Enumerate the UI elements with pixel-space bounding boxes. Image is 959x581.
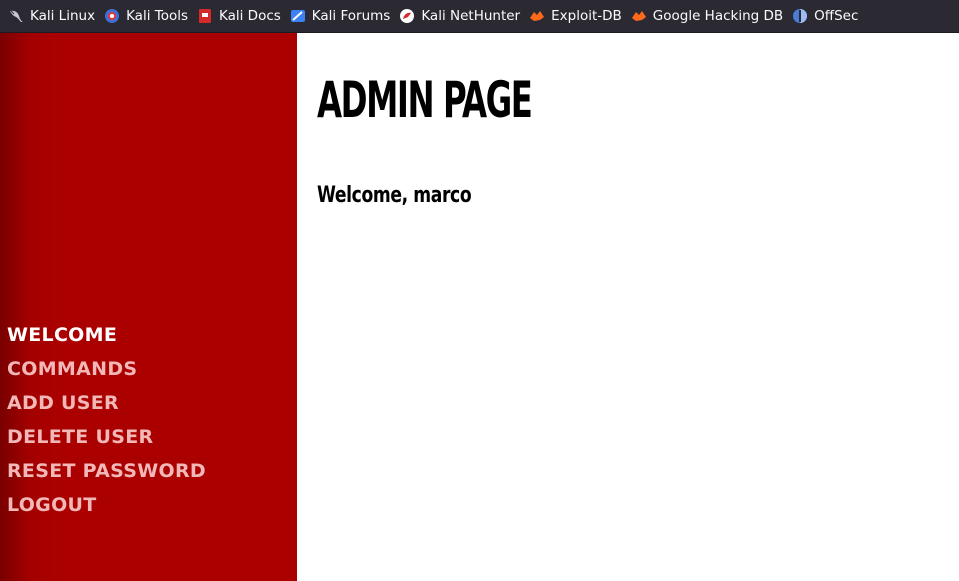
bookmark-label: Exploit-DB (551, 8, 622, 24)
bookmark-offsec[interactable]: OffSec (790, 4, 862, 28)
bookmark-label: OffSec (814, 8, 859, 24)
offsec-icon (792, 8, 808, 24)
kali-forums-icon (290, 8, 306, 24)
bookmark-label: Kali NetHunter (421, 8, 521, 24)
sidebar-item-logout[interactable]: LOGOUT (7, 490, 206, 524)
page-title: ADMIN PAGE (317, 71, 533, 129)
sidebar-item-welcome[interactable]: WELCOME (7, 320, 206, 354)
sidebar-item-add-user[interactable]: ADD USER (7, 388, 206, 422)
bookmarks-toolbar: Kali Linux Kali Tools Kali Docs Kali For… (0, 0, 959, 33)
bookmark-kali-linux[interactable]: Kali Linux (6, 4, 99, 28)
bookmark-exploit-db[interactable]: Exploit-DB (527, 4, 626, 28)
sidebar-item-commands[interactable]: COMMANDS (7, 354, 206, 388)
bookmark-kali-docs[interactable]: Kali Docs (195, 4, 285, 28)
kali-dragon-icon (8, 8, 24, 24)
exploit-db-icon (529, 8, 545, 24)
kali-tools-icon (104, 8, 120, 24)
bookmark-kali-nethunter[interactable]: Kali NetHunter (397, 4, 524, 28)
sidebar-item-reset-password[interactable]: RESET PASSWORD (7, 456, 206, 490)
bookmark-label: Kali Docs (219, 8, 281, 24)
sidebar: WELCOME COMMANDS ADD USER DELETE USER RE… (0, 33, 297, 581)
bookmark-kali-forums[interactable]: Kali Forums (288, 4, 395, 28)
welcome-message: Welcome, marco (317, 183, 472, 208)
bookmark-label: Kali Linux (30, 8, 96, 24)
google-hacking-db-icon (631, 8, 647, 24)
bookmark-label: Kali Forums (311, 8, 391, 24)
sidebar-item-delete-user[interactable]: DELETE USER (7, 422, 206, 456)
bookmark-google-hacking-db[interactable]: Google Hacking DB (629, 4, 787, 28)
main-content: ADMIN PAGE Welcome, marco (297, 33, 959, 581)
bookmark-kali-tools[interactable]: Kali Tools (102, 4, 192, 28)
kali-nethunter-icon (399, 8, 415, 24)
bookmark-label: Kali Tools (126, 8, 188, 24)
bookmark-label: Google Hacking DB (652, 8, 784, 24)
sidebar-nav: WELCOME COMMANDS ADD USER DELETE USER RE… (7, 320, 206, 524)
kali-docs-icon (197, 8, 213, 24)
